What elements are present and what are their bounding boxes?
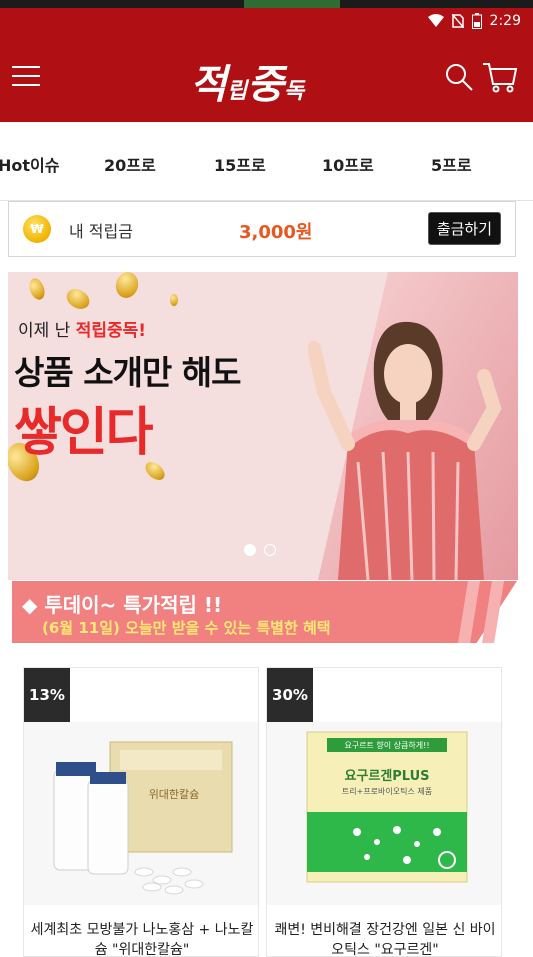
product-card[interactable]: 위대한칼슘 13% 세계최초 모방불가 나노홍삼 + 나노칼슘 "위대한칼슘" (23, 667, 259, 957)
product-box-top: 요구르트 향이 상큼하게!! (344, 740, 429, 750)
tab-20-percent[interactable]: 20프로 (104, 152, 156, 176)
carousel-dots (244, 544, 276, 556)
banner-sub-prefix: 이제 난 (18, 321, 76, 341)
carousel-dot[interactable] (264, 544, 276, 556)
category-tabs: Hot이슈 20프로 15프로 10프로 5프로 (0, 122, 533, 201)
withdraw-button[interactable]: 출금하기 (427, 212, 501, 245)
product-image: 요구르트 향이 상큼하게!! 요구르겐PLUS 트리+프로바이오틱스 제품 (267, 722, 501, 905)
discount-badge: 30% (267, 668, 313, 722)
status-bar: 2:29 (0, 8, 533, 36)
wallet-box: ₩ 내 적립금 3,000원 출금하기 (8, 201, 516, 257)
tab-hot-issue[interactable]: Hot이슈 (0, 152, 59, 176)
product-title[interactable]: 세계최초 모방불가 나노홍삼 + 나노칼슘 "위대한칼슘" (30, 920, 254, 956)
logo-part-3: 중 (247, 62, 284, 108)
status-time: 2:29 (489, 13, 521, 29)
product-image-art: 위대한칼슘 (53, 741, 233, 895)
battery-icon (471, 13, 482, 29)
gold-coin-icon (63, 285, 93, 313)
coin-icon: ₩ (23, 215, 51, 243)
main-banner[interactable]: 이제 난 적립중독! 상품 소개만 해도 쌓인다 (8, 272, 518, 580)
cart-icon[interactable] (482, 60, 518, 94)
banner-headline-emphasis: 쌓인다 (14, 403, 154, 463)
product-title[interactable]: 쾌변! 변비해결 장건강엔 일본 신 바이오틱스 "요구르겐" (273, 920, 497, 956)
banner-sub-highlight: 적립중독! (75, 321, 147, 341)
gold-coin-icon (26, 276, 48, 302)
wifi-icon (427, 14, 444, 27)
carousel-dot-active[interactable] (244, 544, 256, 556)
no-sim-icon (451, 14, 464, 28)
tab-5-percent[interactable]: 5프로 (431, 152, 472, 176)
notification-accent (244, 0, 340, 8)
promo-banner[interactable]: ◆ 투데이~ 특가적립 !! (6월 11일) 오늘만 받을 수 있는 특별한 … (12, 581, 517, 643)
system-top-strip (0, 0, 533, 8)
logo-part-4: 독 (283, 79, 305, 104)
product-image-art: 요구르트 향이 상큼하게!! 요구르겐PLUS 트리+프로바이오틱스 제품 (306, 731, 468, 883)
tab-10-percent[interactable]: 10프로 (322, 152, 374, 176)
product-card[interactable]: 요구르트 향이 상큼하게!! 요구르겐PLUS 트리+프로바이오틱스 제품 30… (266, 667, 502, 957)
product-image: 위대한칼슘 (24, 722, 258, 905)
app-logo[interactable]: 적 립 중 독 (190, 50, 304, 110)
product-box-sub: 트리+프로바이오틱스 제품 (342, 786, 432, 796)
status-icons: 2:29 (427, 13, 521, 29)
gold-coin-icon (113, 272, 141, 301)
banner-headline: 상품 소개만 해도 (14, 353, 241, 392)
banner-subtitle: 이제 난 적립중독! (18, 316, 146, 341)
gold-coin-icon (170, 294, 178, 306)
promo-title: ◆ 투데이~ 특가적립 !! (22, 593, 223, 617)
product-box-text: 위대한칼슘 (149, 788, 200, 801)
model-image (308, 321, 502, 580)
promo-subtitle: (6월 11일) 오늘만 받을 수 있는 특별한 혜택 (42, 619, 331, 637)
logo-part-2: 립 (226, 79, 248, 104)
wallet-label: 내 적립금 (69, 222, 133, 241)
app-bar: 적 립 중 독 (0, 36, 533, 122)
discount-badge: 13% (24, 668, 70, 722)
menu-button[interactable] (12, 66, 40, 88)
search-icon[interactable] (444, 62, 474, 92)
coin-symbol: ₩ (30, 222, 44, 236)
product-box-text: 요구르겐PLUS (344, 768, 429, 784)
logo-part-1: 적 (190, 62, 227, 108)
wallet-amount: 3,000원 (239, 222, 313, 243)
tab-15-percent[interactable]: 15프로 (214, 152, 266, 176)
